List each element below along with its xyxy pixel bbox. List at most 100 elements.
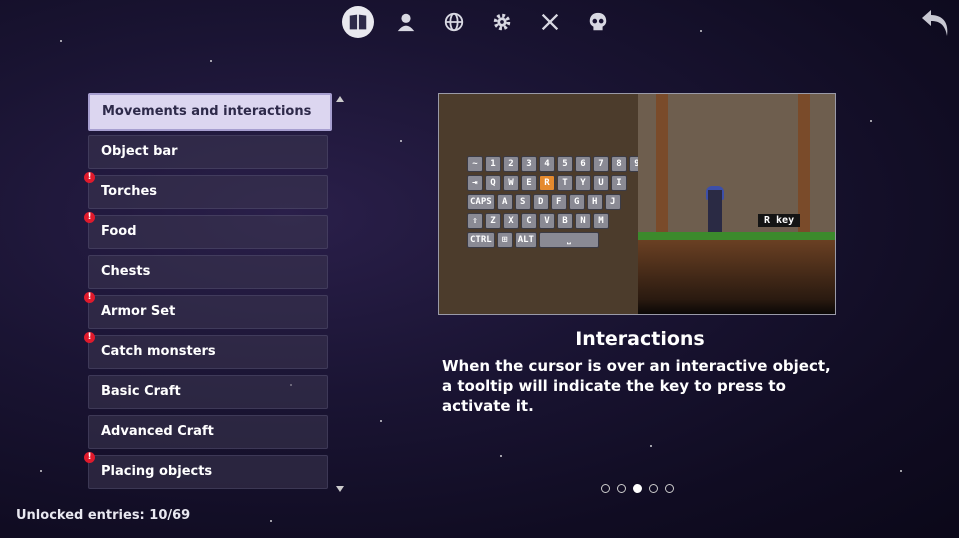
- keyboard-key: ⇥: [467, 175, 483, 191]
- tab-settings[interactable]: [486, 6, 518, 38]
- entry-list: Movements and interactions Object bar Torc…: [84, 93, 332, 495]
- tutorial-preview-image: ~1 2 3 4 5 6 7 8 9 ⇥ Q W E R T Y U I CAPS A S D F G H J ⇧ Z X C V B N M CT…: [438, 93, 836, 315]
- keyboard-key: A: [496, 194, 513, 210]
- tab-world[interactable]: [438, 6, 470, 38]
- keyboard-key: ⇧: [467, 213, 483, 229]
- entry-item[interactable]: Object bar: [88, 135, 328, 169]
- keyboard-row: CTRL ⊞ ALT ⎵: [467, 232, 645, 248]
- keyboard-key: Z: [485, 213, 501, 229]
- entry-item[interactable]: Catch monsters!: [84, 332, 328, 369]
- page-dot[interactable]: [617, 484, 626, 493]
- entry-label: Object bar: [101, 144, 178, 159]
- keyboard-row: ~1 2 3 4 5 6 7 8 9: [467, 156, 645, 172]
- keyboard-key: 3: [521, 156, 537, 172]
- keyboard-key: C: [521, 213, 537, 229]
- dirt-ground: [638, 240, 835, 314]
- scroll-down-arrow[interactable]: [336, 486, 344, 492]
- tab-combat[interactable]: [534, 6, 566, 38]
- page-dot[interactable]: [649, 484, 658, 493]
- keyboard-key: ALT: [514, 232, 537, 248]
- keyboard-key: S: [514, 194, 531, 210]
- entry-item[interactable]: Chests: [88, 255, 328, 289]
- page-dot[interactable]: [601, 484, 610, 493]
- person-icon: [397, 13, 415, 32]
- keyboard-key: 1: [485, 156, 501, 172]
- keyboard-key: X: [503, 213, 519, 229]
- entry-label: Advanced Craft: [101, 424, 214, 439]
- keyboard-key: N: [575, 213, 591, 229]
- keyboard-key: 7: [593, 156, 609, 172]
- entry-item[interactable]: Basic Craft: [88, 375, 328, 409]
- tab-character[interactable]: [390, 6, 422, 38]
- entry-label: Movements and interactions: [102, 104, 312, 119]
- alert-badge-icon: !: [84, 452, 95, 463]
- keyboard-key: G: [568, 194, 585, 210]
- keyboard-key: B: [557, 213, 573, 229]
- grass-strip: [638, 232, 835, 240]
- keyboard-key: D: [532, 194, 549, 210]
- page-dot[interactable]: [633, 484, 642, 493]
- player-character: [708, 190, 722, 232]
- entry-description: When the cursor is over an interactive o…: [442, 357, 831, 415]
- keyboard-key: H: [586, 194, 603, 210]
- keyboard-key: Q: [485, 175, 501, 191]
- tab-journal[interactable]: [342, 6, 374, 38]
- keyboard-key: CAPS: [467, 194, 495, 210]
- entry-item[interactable]: Advanced Craft: [88, 415, 328, 449]
- keyboard-key: R: [539, 175, 555, 191]
- keyboard-key: 6: [575, 156, 591, 172]
- keyboard-key: 2: [503, 156, 519, 172]
- entry-title: Interactions: [575, 328, 705, 350]
- alert-badge-icon: !: [84, 332, 95, 343]
- entry-label: Chests: [101, 264, 151, 279]
- keyboard-key: 8: [611, 156, 627, 172]
- tree-trunk: [656, 94, 668, 234]
- keyboard-illustration: ~1 2 3 4 5 6 7 8 9 ⇥ Q W E R T Y U I CAPS A S D F G H J ⇧ Z X C V B N M CT…: [467, 156, 645, 251]
- back-button[interactable]: [919, 6, 953, 40]
- keyboard-key: M: [593, 213, 609, 229]
- entry-label: Basic Craft: [101, 384, 181, 399]
- keyboard-key: W: [503, 175, 519, 191]
- keyboard-key: 5: [557, 156, 573, 172]
- page-indicator: [601, 484, 674, 493]
- entry-label: Torches: [101, 184, 157, 199]
- keyboard-key: ~: [467, 156, 483, 172]
- entry-label: Placing objects: [101, 464, 213, 479]
- keyboard-key: 4: [539, 156, 555, 172]
- keyboard-key: F: [550, 194, 567, 210]
- entry-item[interactable]: Food!: [84, 212, 328, 249]
- game-scene: R key: [638, 94, 835, 314]
- keyboard-key: Y: [575, 175, 591, 191]
- top-nav: [342, 6, 614, 38]
- tab-bestiary[interactable]: [582, 6, 614, 38]
- keyboard-key: I: [611, 175, 627, 191]
- keyboard-key: ⊞: [496, 232, 513, 248]
- entry-label: Catch monsters: [101, 344, 216, 359]
- unlocked-count: Unlocked entries: 10/69: [16, 508, 191, 523]
- page-dot[interactable]: [665, 484, 674, 493]
- keyboard-key: V: [539, 213, 555, 229]
- entry-item[interactable]: Movements and interactions: [88, 93, 332, 131]
- keyboard-key: J: [604, 194, 621, 210]
- alert-badge-icon: !: [84, 172, 95, 183]
- crossed-swords-icon: [541, 13, 559, 31]
- globe-icon: [444, 12, 464, 32]
- entry-item[interactable]: Torches!: [84, 172, 328, 209]
- entry-label: Armor Set: [101, 304, 176, 319]
- cave-background: ~1 2 3 4 5 6 7 8 9 ⇥ Q W E R T Y U I CAPS A S D F G H J ⇧ Z X C V B N M CT…: [439, 94, 645, 314]
- alert-badge-icon: !: [84, 292, 95, 303]
- skull-icon: [589, 12, 607, 31]
- scroll-up-arrow[interactable]: [336, 96, 344, 102]
- keyboard-key: E: [521, 175, 537, 191]
- keyboard-key: ⎵: [538, 232, 599, 248]
- gear-icon: [493, 13, 511, 31]
- entry-item[interactable]: Placing objects!: [84, 452, 328, 489]
- entry-item[interactable]: Armor Set!: [84, 292, 328, 329]
- keyboard-key: T: [557, 175, 573, 191]
- tree-trunk: [798, 94, 810, 234]
- key-tooltip: R key: [758, 214, 801, 227]
- back-arrow-icon: [922, 10, 948, 36]
- keyboard-row: CAPS A S D F G H J: [467, 194, 645, 210]
- book-icon: [349, 14, 367, 30]
- entry-label: Food: [101, 224, 137, 239]
